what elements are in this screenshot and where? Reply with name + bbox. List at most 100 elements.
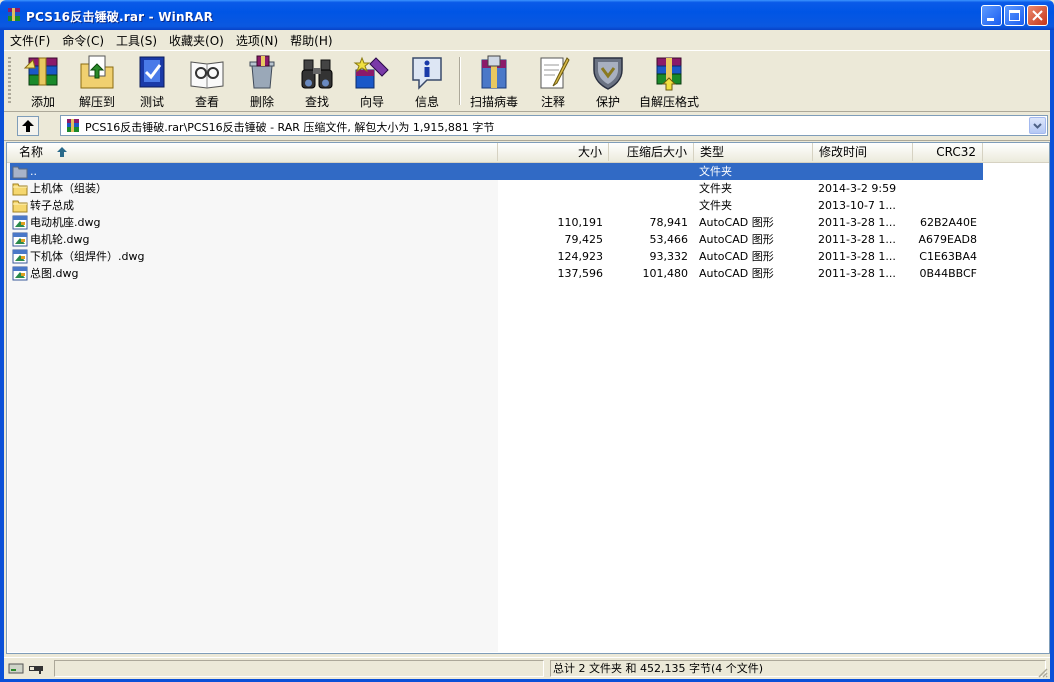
protect-label: 保护 bbox=[595, 95, 620, 109]
file-type: 文件夹 bbox=[699, 182, 732, 195]
virus-scan-button[interactable]: 扫描病毒 bbox=[464, 54, 524, 109]
status-bar: 总计 2 文件夹 和 452,135 字节(4 个文件) bbox=[4, 657, 1050, 679]
comment-button[interactable]: 注释 bbox=[526, 54, 580, 109]
close-button[interactable] bbox=[1027, 5, 1048, 26]
up-one-level-button[interactable] bbox=[17, 116, 39, 136]
menu-help[interactable]: 帮助(H) bbox=[284, 30, 338, 49]
file-name: 上机体（组装） bbox=[30, 182, 107, 195]
drive-icon bbox=[8, 663, 24, 674]
resize-grip-icon[interactable] bbox=[1036, 666, 1048, 678]
test-button[interactable]: 测试 bbox=[125, 54, 179, 109]
menu-tools[interactable]: 工具(S) bbox=[110, 30, 163, 49]
view-button[interactable]: 查看 bbox=[180, 54, 234, 109]
column-name-label: 名称 bbox=[19, 145, 44, 159]
sfx-button[interactable]: 自解压格式 bbox=[636, 54, 702, 109]
rar-archive-icon bbox=[67, 119, 79, 132]
info-button[interactable]: 信息 bbox=[400, 54, 454, 109]
file-name: 电动机座.dwg bbox=[30, 216, 101, 229]
toolbar-grip[interactable] bbox=[8, 57, 11, 105]
column-name[interactable]: 名称 bbox=[7, 143, 498, 161]
wizard-label: 向导 bbox=[359, 95, 384, 109]
add-archive-icon bbox=[23, 57, 58, 86]
find-button[interactable]: 查找 bbox=[290, 54, 344, 109]
column-modified[interactable]: 修改时间 bbox=[813, 143, 913, 161]
file-row[interactable]: .. 文件夹 bbox=[7, 163, 1049, 180]
file-crc: A679EAD8 bbox=[918, 233, 977, 246]
file-row[interactable]: 总图.dwg 137,596 101,480 AutoCAD 图形 2011-3-28 … bbox=[7, 265, 1049, 282]
window-title: PCS16反击锤破.rar - WinRAR bbox=[26, 10, 214, 24]
extract-to-icon bbox=[80, 55, 114, 89]
minimize-button[interactable] bbox=[981, 5, 1002, 26]
view-icon bbox=[190, 61, 224, 89]
file-modified: 2011-3-28 1... bbox=[818, 250, 896, 263]
status-selection bbox=[54, 660, 544, 677]
file-packed-size: 101,480 bbox=[642, 267, 689, 280]
comment-icon bbox=[540, 57, 570, 89]
shield-icon bbox=[593, 57, 623, 90]
file-type: 文件夹 bbox=[699, 199, 732, 212]
maximize-icon bbox=[1009, 10, 1020, 21]
test-label: 测试 bbox=[139, 95, 164, 109]
archive-path-text: PCS16反击锤破.rar\PCS16反击锤破 - RAR 压缩文件, 解包大小… bbox=[85, 121, 495, 134]
file-name: 总图.dwg bbox=[30, 267, 79, 280]
column-packed[interactable]: 压缩后大小 bbox=[609, 143, 694, 161]
column-size[interactable]: 大小 bbox=[498, 143, 609, 161]
menu-options[interactable]: 选项(N) bbox=[230, 30, 284, 49]
file-crc: 0B44BBCF bbox=[919, 267, 977, 280]
file-crc: C1E63BA4 bbox=[919, 250, 977, 263]
menu-bar: 文件(F) 命令(C) 工具(S) 收藏夹(O) 选项(N) 帮助(H) bbox=[4, 30, 1050, 49]
wizard-button[interactable]: 向导 bbox=[345, 54, 399, 109]
comment-label: 注释 bbox=[540, 95, 565, 109]
wizard-icon bbox=[353, 56, 389, 89]
extract-to-button[interactable]: 解压到 bbox=[70, 54, 124, 109]
find-label: 查找 bbox=[304, 95, 329, 109]
delete-button[interactable]: 删除 bbox=[235, 54, 289, 109]
file-name: 下机体（组焊件）.dwg bbox=[30, 250, 145, 263]
file-modified: 2011-3-28 1... bbox=[818, 216, 896, 229]
address-bar: PCS16反击锤破.rar\PCS16反击锤破 - RAR 压缩文件, 解包大小… bbox=[4, 112, 1050, 141]
chevron-down-icon bbox=[1033, 123, 1042, 129]
folder-up-icon bbox=[12, 166, 28, 179]
folder-icon bbox=[12, 183, 28, 196]
menu-favorites[interactable]: 收藏夹(O) bbox=[163, 30, 230, 49]
file-row[interactable]: 下机体（组焊件）.dwg 124,923 93,332 AutoCAD 图形 2011-… bbox=[7, 248, 1049, 265]
up-arrow-icon bbox=[22, 120, 34, 132]
file-row[interactable]: 转子总成 文件夹 2013-10-7 1... bbox=[7, 197, 1049, 214]
title-bar[interactable]: PCS16反击锤破.rar - WinRAR bbox=[0, 0, 1054, 30]
file-row[interactable]: 上机体（组装） 文件夹 2014-3-2 9:59 bbox=[7, 180, 1049, 197]
add-button[interactable]: 添加 bbox=[16, 54, 70, 109]
file-packed-size: 93,332 bbox=[649, 250, 689, 263]
protect-button[interactable]: 保护 bbox=[581, 54, 635, 109]
window-frame-right bbox=[1050, 30, 1054, 682]
maximize-button[interactable] bbox=[1004, 5, 1025, 26]
column-crc[interactable]: CRC32 bbox=[913, 143, 983, 161]
archive-path-field[interactable]: PCS16反击锤破.rar\PCS16反击锤破 - RAR 压缩文件, 解包大小… bbox=[60, 115, 1048, 136]
path-dropdown-button[interactable] bbox=[1029, 117, 1046, 134]
file-type: AutoCAD 图形 bbox=[699, 233, 774, 246]
file-name: 电机轮.dwg bbox=[30, 233, 90, 246]
binoculars-icon bbox=[301, 59, 333, 89]
dwg-file-icon bbox=[12, 266, 28, 281]
file-name: 转子总成 bbox=[30, 199, 74, 212]
file-list[interactable]: 名称 大小 压缩后大小 类型 修改时间 CRC32 .. 文件夹上机体（组装） 文件… bbox=[6, 142, 1050, 654]
dwg-file-icon bbox=[12, 215, 28, 230]
menu-commands[interactable]: 命令(C) bbox=[56, 30, 110, 49]
file-modified: 2013-10-7 1... bbox=[818, 199, 896, 212]
file-type: AutoCAD 图形 bbox=[699, 250, 774, 263]
file-size: 124,923 bbox=[557, 250, 604, 263]
view-label: 查看 bbox=[194, 95, 219, 109]
info-label: 信息 bbox=[414, 95, 439, 109]
sfx-archive-icon bbox=[656, 57, 682, 91]
sort-ascending-icon bbox=[57, 147, 67, 157]
folder-icon bbox=[12, 200, 28, 213]
column-type[interactable]: 类型 bbox=[694, 143, 813, 161]
winrar-app-icon bbox=[8, 8, 20, 21]
key-icon bbox=[29, 666, 43, 674]
file-row[interactable]: 电机轮.dwg 79,425 53,466 AutoCAD 图形 2011-3-28 1… bbox=[7, 231, 1049, 248]
delete-label: 删除 bbox=[249, 95, 274, 109]
file-row[interactable]: 电动机座.dwg 110,191 78,941 AutoCAD 图形 2011-3-28… bbox=[7, 214, 1049, 231]
file-modified: 2011-3-28 1... bbox=[818, 233, 896, 246]
menu-file[interactable]: 文件(F) bbox=[4, 30, 56, 49]
file-type: 文件夹 bbox=[699, 165, 732, 178]
status-icons bbox=[8, 663, 43, 674]
